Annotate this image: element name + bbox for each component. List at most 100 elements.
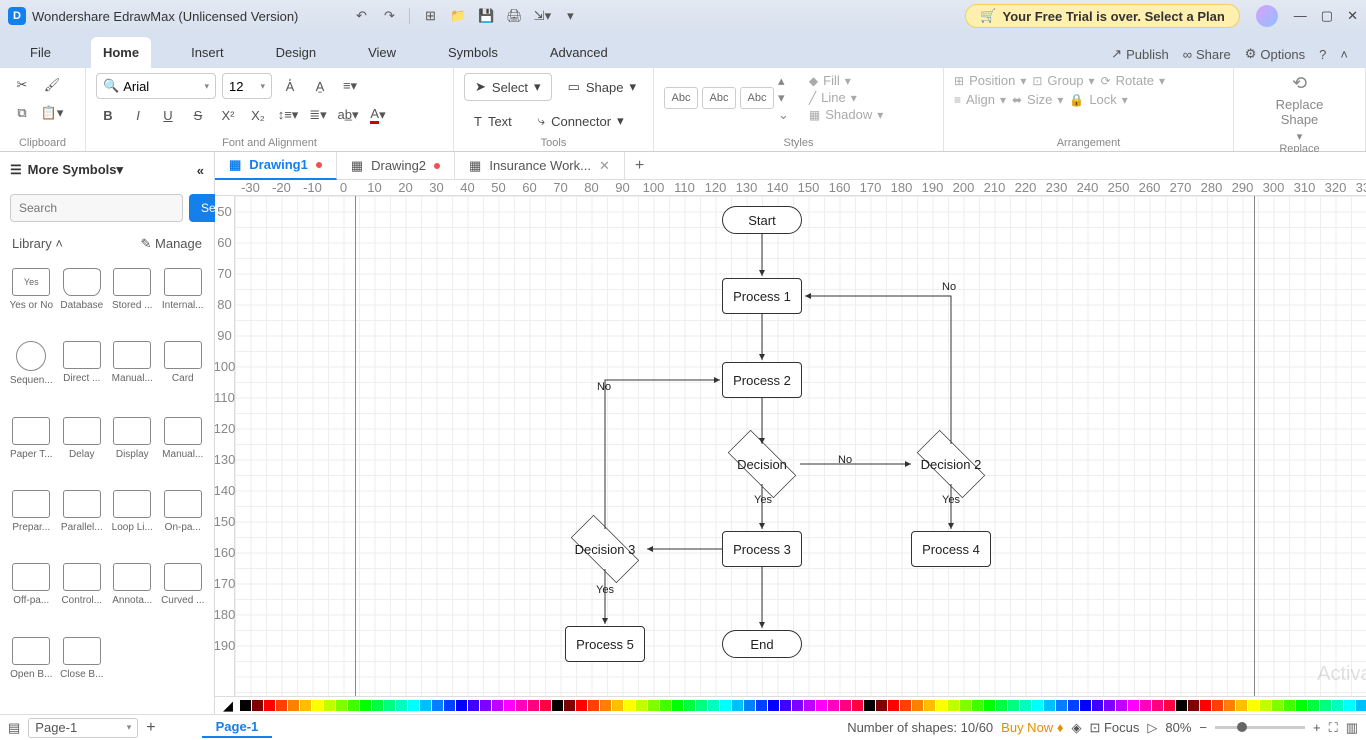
color-swatch[interactable]: [492, 700, 503, 711]
connector-tool[interactable]: ⤷Connector▾: [528, 107, 634, 135]
shape-symbol[interactable]: Stored ...: [109, 264, 156, 335]
shape-symbol[interactable]: Close B...: [59, 633, 106, 704]
undo-icon[interactable]: ↶: [350, 5, 372, 27]
color-swatch[interactable]: [1272, 700, 1283, 711]
share-button[interactable]: ∞Share: [1183, 47, 1231, 62]
color-swatch[interactable]: [1248, 700, 1259, 711]
close-tab-icon[interactable]: ✕: [599, 158, 610, 174]
color-swatch[interactable]: [624, 700, 635, 711]
shape-symbol[interactable]: Sequen...: [8, 337, 55, 410]
color-swatch[interactable]: [756, 700, 767, 711]
color-swatch[interactable]: [252, 700, 263, 711]
shape-symbol[interactable]: Card: [160, 337, 207, 410]
page-dropdown[interactable]: Page-1▾: [28, 718, 138, 738]
color-swatch[interactable]: [780, 700, 791, 711]
replace-shape-button[interactable]: ⟲ Replace Shape▾: [1270, 73, 1330, 143]
buy-now-link[interactable]: Buy Now ♦: [1001, 720, 1063, 735]
color-swatch[interactable]: [384, 700, 395, 711]
style-up-icon[interactable]: ▴: [778, 73, 789, 89]
color-swatch[interactable]: [1260, 700, 1271, 711]
shape-start[interactable]: Start: [722, 206, 802, 234]
focus-button[interactable]: ⊡ Focus: [1089, 720, 1139, 736]
color-swatch[interactable]: [660, 700, 671, 711]
export-icon[interactable]: ⇲▾: [531, 5, 553, 27]
menu-design[interactable]: Design: [264, 37, 328, 68]
color-swatch[interactable]: [936, 700, 947, 711]
eyedropper-icon[interactable]: ◢: [223, 698, 233, 714]
menu-view[interactable]: View: [356, 37, 408, 68]
color-swatch[interactable]: [1224, 700, 1235, 711]
color-swatch[interactable]: [396, 700, 407, 711]
tab-insurance[interactable]: ▦Insurance Work...✕: [455, 152, 625, 180]
color-swatch[interactable]: [852, 700, 863, 711]
style-preset-3[interactable]: Abc: [740, 87, 774, 109]
shape-decision2[interactable]: Decision 2: [905, 441, 997, 487]
color-swatch[interactable]: [636, 700, 647, 711]
canvas[interactable]: Start Process 1 Process 2 Decision Decis…: [235, 196, 1366, 696]
color-swatch[interactable]: [1116, 700, 1127, 711]
style-preset-1[interactable]: Abc: [664, 87, 698, 109]
manage-button[interactable]: ✎ Manage: [141, 236, 203, 252]
line-button[interactable]: ╱ Line▾: [809, 90, 883, 105]
align-icon[interactable]: ≡▾: [338, 74, 362, 98]
color-swatch[interactable]: [504, 700, 515, 711]
tab-drawing1[interactable]: ▦Drawing1: [215, 152, 337, 180]
font-color-icon[interactable]: A▾: [366, 103, 390, 127]
color-swatch[interactable]: [1104, 700, 1115, 711]
text-tool[interactable]: TText: [464, 107, 522, 135]
new-icon[interactable]: ⊞: [419, 5, 441, 27]
panel-toggle-icon[interactable]: ▥: [1346, 720, 1358, 736]
menu-insert[interactable]: Insert: [179, 37, 236, 68]
shape-symbol[interactable]: Parallel...: [59, 486, 106, 557]
color-swatch[interactable]: [456, 700, 467, 711]
paste-icon[interactable]: 📋▾: [40, 101, 64, 125]
menu-file[interactable]: File: [18, 37, 63, 68]
shape-symbol[interactable]: Annota...: [109, 559, 156, 630]
color-swatch[interactable]: [564, 700, 575, 711]
color-swatch[interactable]: [516, 700, 527, 711]
layers-icon[interactable]: ◈: [1071, 720, 1081, 736]
color-swatch[interactable]: [336, 700, 347, 711]
select-tool[interactable]: ➤Select▾: [464, 73, 552, 101]
fit-page-icon[interactable]: ⛶: [1329, 720, 1338, 736]
help-icon[interactable]: ?: [1319, 47, 1326, 62]
color-swatch[interactable]: [840, 700, 851, 711]
shape-symbol[interactable]: Display: [109, 413, 156, 484]
color-swatch[interactable]: [276, 700, 287, 711]
publish-button[interactable]: ↗Publish: [1111, 46, 1169, 62]
color-swatch[interactable]: [1200, 700, 1211, 711]
color-swatch[interactable]: [864, 700, 875, 711]
shape-process2[interactable]: Process 2: [722, 362, 802, 398]
zoom-out-button[interactable]: −: [1199, 720, 1207, 735]
color-swatch[interactable]: [1284, 700, 1295, 711]
rotate-button[interactable]: ⟳ Rotate▾: [1101, 73, 1165, 88]
shape-decision3[interactable]: Decision 3: [559, 526, 651, 572]
color-swatch[interactable]: [924, 700, 935, 711]
color-swatch[interactable]: [876, 700, 887, 711]
bold-icon[interactable]: B: [96, 103, 120, 127]
style-preset-2[interactable]: Abc: [702, 87, 736, 109]
increase-font-icon[interactable]: A͐: [278, 74, 302, 98]
color-swatch[interactable]: [1356, 700, 1366, 711]
color-swatch[interactable]: [432, 700, 443, 711]
minimize-icon[interactable]: —: [1294, 8, 1307, 24]
color-swatch[interactable]: [540, 700, 551, 711]
color-swatch[interactable]: [420, 700, 431, 711]
color-swatch[interactable]: [1320, 700, 1331, 711]
color-swatch[interactable]: [468, 700, 479, 711]
shape-symbol[interactable]: Open B...: [8, 633, 55, 704]
color-swatch[interactable]: [444, 700, 455, 711]
color-swatch[interactable]: [816, 700, 827, 711]
open-icon[interactable]: 📁: [447, 5, 469, 27]
collapse-panel-icon[interactable]: «: [197, 163, 204, 178]
color-swatch[interactable]: [708, 700, 719, 711]
shape-symbol[interactable]: Manual...: [109, 337, 156, 410]
color-swatch[interactable]: [360, 700, 371, 711]
shape-process4[interactable]: Process 4: [911, 531, 991, 567]
shape-symbol[interactable]: Off-pa...: [8, 559, 55, 630]
color-swatch[interactable]: [1176, 700, 1187, 711]
color-swatch[interactable]: [588, 700, 599, 711]
close-icon[interactable]: ✕: [1347, 8, 1358, 24]
color-swatch[interactable]: [1032, 700, 1043, 711]
hamburger-icon[interactable]: ☰: [10, 162, 22, 178]
